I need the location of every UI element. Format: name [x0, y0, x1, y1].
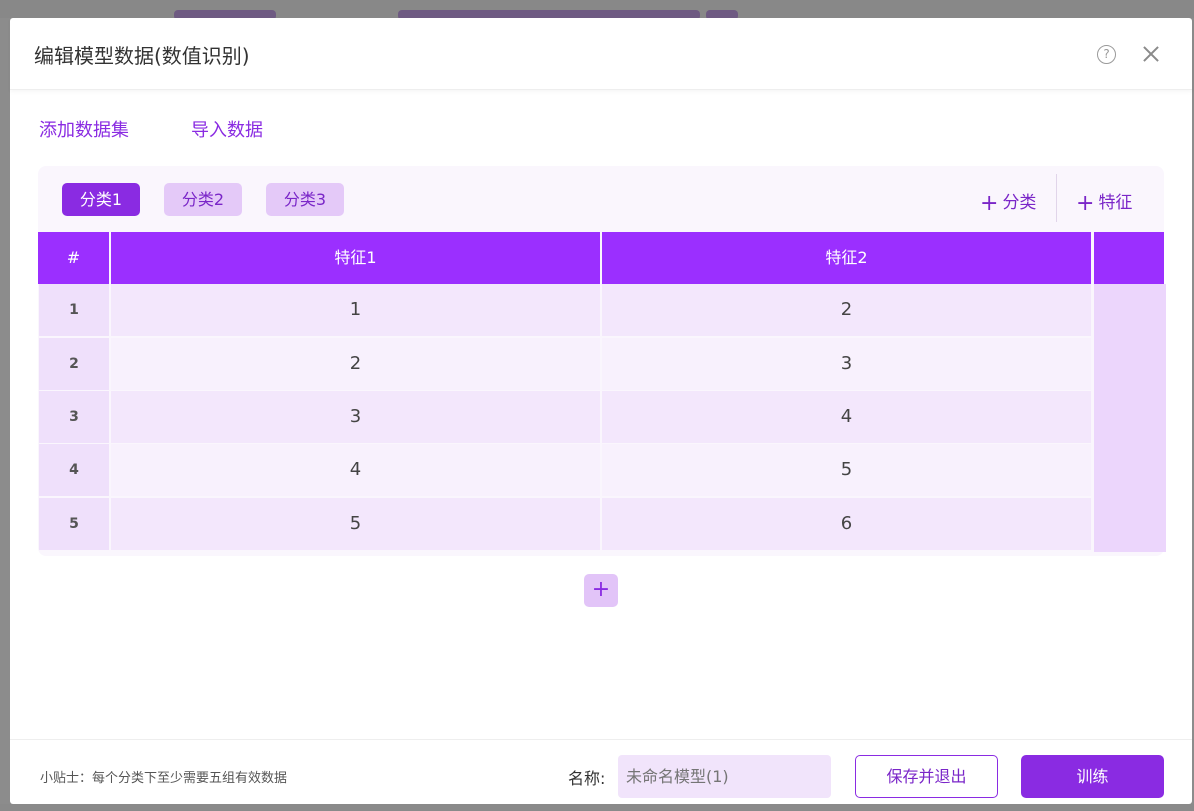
- import-data-link[interactable]: 导入数据: [191, 116, 263, 142]
- divider: [1056, 174, 1057, 222]
- category-tab-1[interactable]: 分类1: [62, 183, 140, 216]
- add-feature-button[interactable]: + 特征: [1076, 188, 1132, 216]
- tip-text: 小贴士：每个分类下至少需要五组有效数据: [40, 771, 288, 786]
- add-row-button[interactable]: +: [584, 574, 618, 607]
- table-cell[interactable]: 1: [111, 284, 600, 336]
- table-cell[interactable]: 3: [602, 338, 1091, 390]
- table-cell[interactable]: 2: [602, 284, 1091, 336]
- dialog-title: 编辑模型数据(数值识别): [34, 44, 250, 68]
- table-cell[interactable]: 4: [111, 444, 600, 496]
- question-circle-icon[interactable]: ?: [1097, 45, 1116, 64]
- feature-column-header[interactable]: 特征2: [602, 232, 1091, 284]
- category-tab-2[interactable]: 分类2: [164, 183, 242, 216]
- table-cell[interactable]: 2: [111, 338, 600, 390]
- dataset-panel: 分类1 分类2 分类3 + 分类 + 特征 # 特征1 特征2 1122233344…: [38, 166, 1166, 556]
- save-and-exit-button[interactable]: 保存并退出: [855, 755, 998, 798]
- feature-column-header[interactable]: 特征1: [111, 232, 600, 284]
- train-button[interactable]: 训练: [1021, 755, 1164, 798]
- table-cell[interactable]: 4: [602, 391, 1091, 443]
- edit-model-data-dialog: 编辑模型数据(数值识别) ? 添加数据集 导入数据 分类1 分类2 分类3 + 分…: [10, 18, 1192, 804]
- table-cell[interactable]: 3: [111, 391, 600, 443]
- extra-column-body: [1094, 284, 1166, 552]
- background-app-strip: [0, 0, 1194, 20]
- close-icon[interactable]: [1139, 42, 1163, 66]
- category-tab-3[interactable]: 分类3: [266, 183, 344, 216]
- table-cell[interactable]: 6: [602, 498, 1091, 550]
- table-cell[interactable]: 5: [111, 498, 600, 550]
- row-index: 4: [39, 444, 109, 496]
- row-index: 1: [39, 284, 109, 336]
- extra-column-header: [1094, 232, 1164, 284]
- plus-icon: +: [980, 191, 999, 216]
- add-feature-label: 特征: [1098, 193, 1133, 213]
- table-cell[interactable]: 5: [602, 444, 1091, 496]
- row-index: 5: [39, 498, 109, 550]
- name-label: 名称:: [568, 769, 606, 788]
- row-index: 3: [39, 391, 109, 443]
- add-dataset-link[interactable]: 添加数据集: [39, 116, 129, 142]
- row-index: 2: [39, 338, 109, 390]
- dialog-footer: 小贴士：每个分类下至少需要五组有效数据 名称: 保存并退出 训练: [10, 739, 1192, 804]
- model-name-input[interactable]: [618, 755, 831, 798]
- plus-icon: +: [1076, 191, 1095, 216]
- add-category-label: 分类: [1002, 193, 1037, 213]
- index-column-header: #: [38, 232, 109, 284]
- dialog-header: 编辑模型数据(数值识别) ?: [10, 18, 1192, 90]
- background-bottom-strip: [0, 804, 1194, 811]
- add-category-button[interactable]: + 分类: [980, 188, 1036, 216]
